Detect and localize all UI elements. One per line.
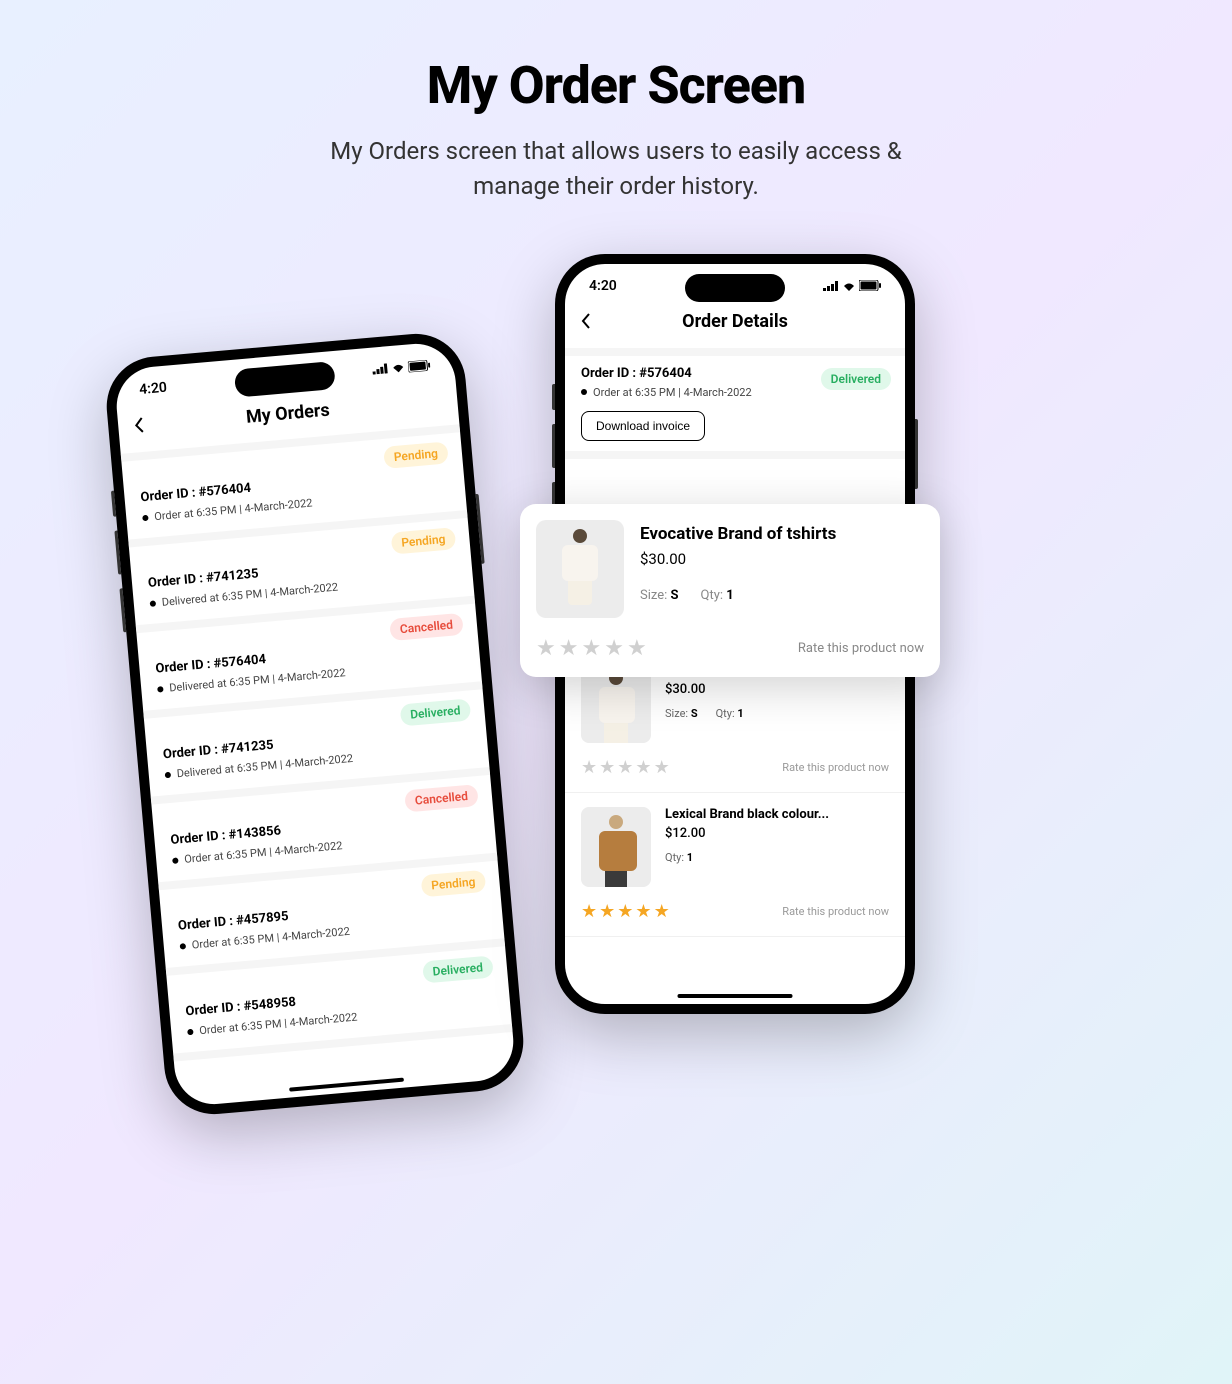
rating-stars[interactable]: ★ ★ ★ ★ ★ [536, 636, 647, 661]
screen-title: My Orders [245, 399, 330, 427]
rate-link[interactable]: Rate this product now [782, 761, 889, 774]
phones-container: 4:20 My Orders Pending Order ID : #57640… [0, 284, 1232, 1184]
download-invoice-button[interactable]: Download invoice [581, 411, 705, 441]
screen-title: Order Details [682, 311, 788, 332]
product-price: $30.00 [665, 682, 889, 697]
product-image [536, 520, 624, 618]
screen-header: Order Details [565, 300, 905, 348]
product-image [581, 807, 651, 887]
rating-stars[interactable]: ★★★★★ [581, 901, 670, 922]
status-badge: Delivered [821, 368, 891, 390]
rate-link[interactable]: Rate this product now [782, 905, 889, 918]
rate-link[interactable]: Rate this product now [798, 641, 924, 656]
home-indicator[interactable] [289, 1077, 404, 1091]
star-icon[interactable]: ★ [581, 636, 601, 661]
rating-stars[interactable]: ★★★★★ [581, 757, 670, 778]
star-icon[interactable]: ★ [604, 636, 624, 661]
star-icon[interactable]: ★ [635, 901, 651, 922]
orders-list: Pending Order ID : #576404 Order at 6:35… [121, 432, 512, 1061]
home-indicator[interactable] [678, 994, 793, 998]
product-title: Lexical Brand black colour... [665, 807, 889, 822]
product-popup-card[interactable]: Evocative Brand of tshirts $30.00 Size: … [520, 504, 940, 677]
status-time: 4:20 [589, 278, 617, 294]
product-meta: Qty: 1 [665, 851, 889, 864]
star-icon[interactable]: ★ [536, 636, 556, 661]
separator [565, 451, 905, 459]
status-icons [823, 280, 881, 291]
products-list: Evocative Brand of tshirts $30.00 Size: … [565, 649, 905, 937]
product-card[interactable]: Lexical Brand black colour... $12.00 Qty… [565, 793, 905, 937]
phone-notch [685, 274, 785, 302]
star-icon[interactable]: ★ [627, 636, 647, 661]
separator [565, 348, 905, 356]
star-icon[interactable]: ★ [654, 757, 670, 778]
star-icon[interactable]: ★ [617, 901, 633, 922]
status-time: 4:20 [139, 379, 168, 397]
product-meta: Size: S Qty: 1 [665, 707, 889, 720]
product-price: $30.00 [640, 550, 836, 568]
star-icon[interactable]: ★ [599, 757, 615, 778]
star-icon[interactable]: ★ [559, 636, 579, 661]
status-icons [372, 359, 431, 375]
phone-my-orders: 4:20 My Orders Pending Order ID : #57640… [103, 329, 528, 1117]
star-icon[interactable]: ★ [654, 901, 670, 922]
back-icon[interactable] [133, 413, 145, 438]
product-price: $12.00 [665, 826, 889, 841]
star-icon[interactable]: ★ [635, 757, 651, 778]
back-icon[interactable] [581, 310, 591, 334]
star-icon[interactable]: ★ [581, 901, 597, 922]
order-detail-header: Order ID : #576404 Order at 6:35 PM | 4-… [565, 356, 905, 451]
star-icon[interactable]: ★ [581, 757, 597, 778]
star-icon[interactable]: ★ [599, 901, 615, 922]
star-icon[interactable]: ★ [617, 757, 633, 778]
page-subtitle: My Orders screen that allows users to ea… [0, 134, 1232, 204]
page-title: My Order Screen [0, 55, 1232, 116]
page-header: My Order Screen My Orders screen that al… [0, 0, 1232, 204]
product-meta: Size: S Qty: 1 [640, 588, 836, 603]
product-title: Evocative Brand of tshirts [640, 524, 836, 544]
